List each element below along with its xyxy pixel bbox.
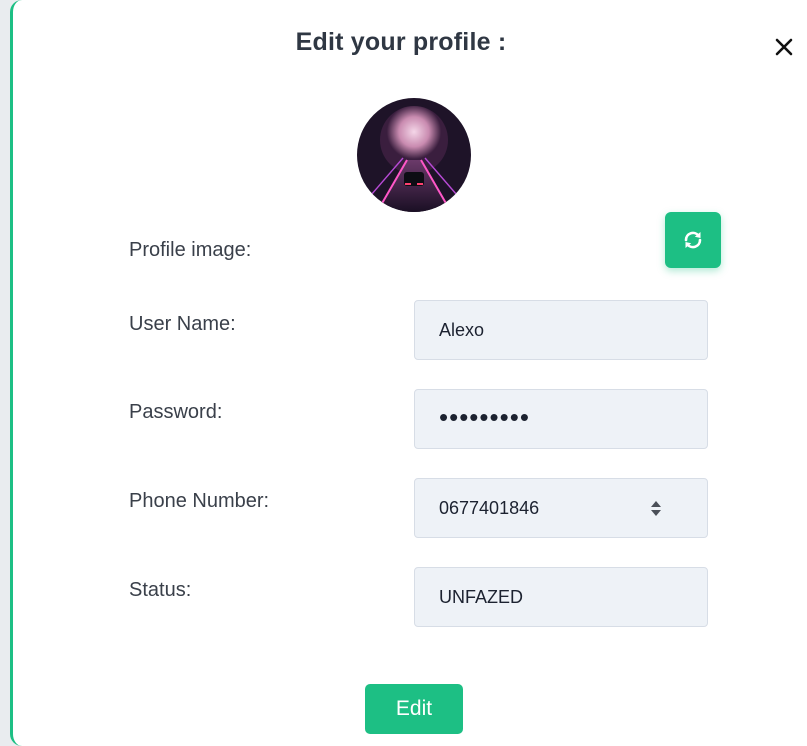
avatar: [357, 98, 471, 212]
refresh-icon: [684, 231, 702, 249]
close-icon: [775, 38, 793, 56]
phone-number-value: 0677401846: [439, 497, 540, 518]
username-label: User Name:: [129, 313, 236, 335]
status-label: Status:: [129, 579, 192, 601]
username-input[interactable]: Alexo: [414, 300, 708, 360]
edit-button[interactable]: Edit: [365, 684, 463, 734]
profile-image-label: Profile image:: [129, 239, 252, 261]
password-input[interactable]: •••••••••: [414, 389, 708, 449]
phone-number-input[interactable]: 0677401846: [414, 478, 708, 538]
avatar-image: [357, 98, 471, 212]
stepper-icon[interactable]: [649, 500, 663, 516]
status-value: UNFAZED: [439, 586, 524, 607]
edit-profile-modal: Edit your profile : Profile image: User …: [10, 0, 807, 746]
username-value: Alexo: [439, 319, 485, 340]
modal-title: Edit your profile :: [295, 28, 507, 56]
status-input[interactable]: UNFAZED: [414, 567, 708, 627]
close-button[interactable]: [771, 34, 797, 60]
password-value: •••••••••: [439, 402, 530, 432]
phone-number-label: Phone Number:: [129, 490, 270, 512]
password-label: Password:: [129, 401, 223, 423]
refresh-image-button[interactable]: [665, 212, 721, 268]
